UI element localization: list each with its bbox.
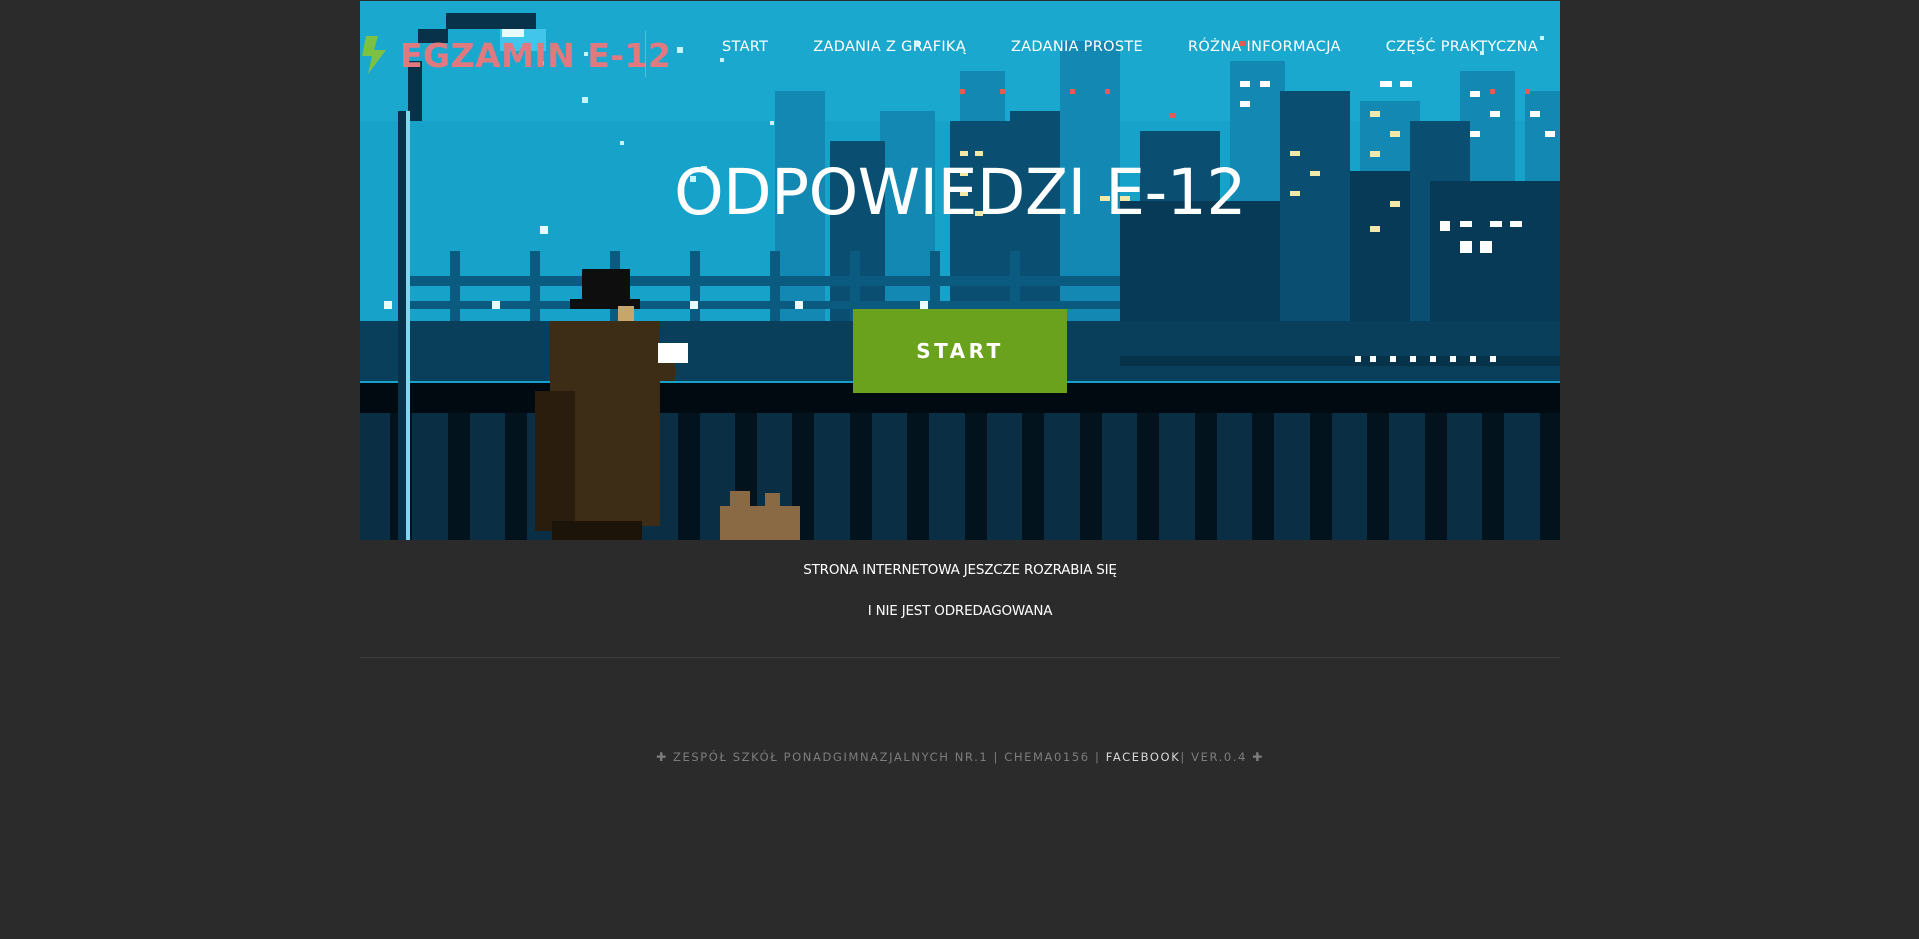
nav-item-czesc-praktyczna[interactable]: CZĘŚĆ PRAKTYCZNA [1386, 39, 1538, 55]
cross-icon: ✚ [1252, 750, 1264, 764]
notice-line-2: I NIE JEST ODREDAGOWANA [867, 603, 1053, 619]
footer-separator: | [1180, 750, 1186, 764]
hero-background-image [360, 1, 1560, 540]
section-divider [360, 657, 1560, 658]
footer-school: ZESPÓŁ SZKÓŁ PONADGIMNAZJALNYCH NR.1 [673, 750, 989, 764]
nav-item-rozna-informacja[interactable]: RÓŻNA INFORMACJA [1188, 39, 1341, 55]
brand-logo[interactable]: EGZAMIN E-12 [360, 31, 671, 79]
main-nav: START ZADANIA Z GRAFIKĄ ZADANIA PROSTE R… [677, 39, 1538, 55]
notice-line-1: STRONA INTERNETOWA JESZCZE ROZRABIA SIĘ [803, 562, 1117, 578]
hero-banner: EGZAMIN E-12 START ZADANIA Z GRAFIKĄ ZAD… [360, 1, 1560, 540]
footer-separator: | [993, 750, 1000, 764]
start-button[interactable]: START [853, 309, 1067, 393]
cross-icon: ✚ [656, 750, 668, 764]
facebook-link[interactable]: FACEBOOK [1106, 750, 1181, 764]
nav-item-start[interactable]: START [722, 39, 768, 55]
footer-separator: | [1094, 750, 1101, 764]
footer: ✚ ZESPÓŁ SZKÓŁ PONADGIMNAZJALNYCH NR.1 |… [360, 750, 1560, 764]
content-column: EGZAMIN E-12 START ZADANIA Z GRAFIKĄ ZAD… [360, 0, 1560, 939]
lightning-bolt-icon [362, 36, 386, 74]
brand-name: EGZAMIN E-12 [400, 35, 672, 75]
nav-item-zadania-z-grafika[interactable]: ZADANIA Z GRAFIKĄ [813, 39, 966, 55]
nav-item-zadania-proste[interactable]: ZADANIA PROSTE [1011, 39, 1143, 55]
footer-author: CHEMA0156 [1004, 750, 1090, 764]
footer-version: VER.0.4 [1191, 750, 1247, 764]
nav-divider [645, 31, 646, 77]
hero-title: ODPOWIEDZI E-12 [674, 156, 1246, 229]
page: EGZAMIN E-12 START ZADANIA Z GRAFIKĄ ZAD… [0, 0, 1919, 939]
